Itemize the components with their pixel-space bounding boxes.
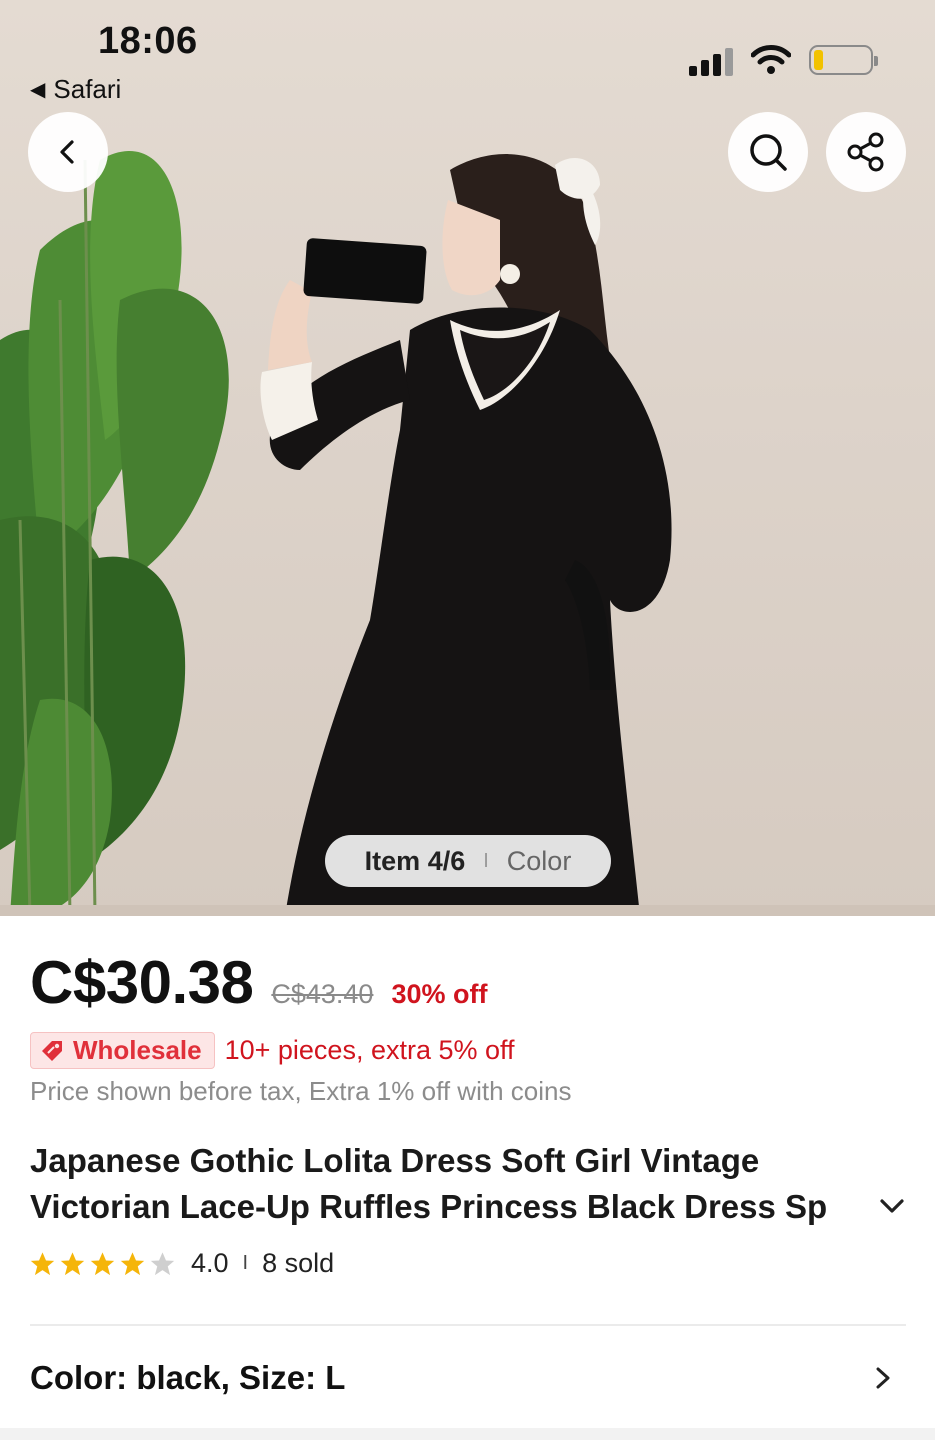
product-image-gallery[interactable]: 18:06 ◀ Safari Item 4/6 I Color [0, 0, 935, 916]
variant-label: Color: black, Size: L [30, 1359, 346, 1396]
model-figure [260, 154, 672, 916]
discount-label: 30% off [391, 979, 488, 1009]
share-icon [847, 132, 884, 172]
star-rating [28, 1250, 177, 1278]
price-row: C$30.38 C$43.40 30% off [30, 948, 487, 1017]
star-icon [60, 1251, 85, 1275]
wholesale-row[interactable]: Wholesale 10+ pieces, extra 5% off [30, 1032, 515, 1069]
star-empty-icon [150, 1251, 175, 1275]
product-title-line-1: Japanese Gothic Lolita Dress Soft Girl V… [30, 1142, 760, 1179]
sold-count: 8 sold [262, 1248, 335, 1278]
back-to-app-link[interactable]: ◀ Safari [30, 74, 121, 105]
back-triangle-icon: ◀ [30, 79, 46, 101]
variant-selector[interactable]: Color: black, Size: L [0, 1340, 935, 1416]
color-tab[interactable]: Color [507, 846, 572, 877]
cellular-signal-icon [689, 44, 733, 76]
star-icon [120, 1251, 145, 1275]
battery-icon [809, 45, 878, 75]
status-time: 18:06 [98, 20, 198, 62]
chevron-left-icon [60, 140, 74, 164]
wholesale-badge-label: Wholesale [73, 1035, 202, 1065]
rating-separator: I [242, 1252, 249, 1274]
rating-row[interactable]: 4.0 I 8 sold [28, 1248, 334, 1279]
status-indicators [689, 44, 878, 76]
wifi-icon [751, 45, 791, 74]
back-button[interactable] [28, 112, 108, 192]
star-icon [30, 1251, 55, 1275]
gallery-indicator[interactable]: Item 4/6 I Color [325, 835, 611, 887]
expand-title-button[interactable] [874, 1188, 910, 1224]
chevron-right-icon [876, 1367, 890, 1389]
tag-icon [42, 1040, 62, 1061]
search-icon [750, 134, 787, 171]
product-title-line-2: Victorian Lace-Up Ruffles Princess Black… [30, 1188, 828, 1225]
current-price: C$30.38 [30, 949, 254, 1016]
plant-illustration [0, 151, 229, 916]
share-button[interactable] [826, 112, 906, 192]
chevron-down-icon [880, 1199, 904, 1213]
section-divider [30, 1324, 906, 1326]
rating-score: 4.0 [191, 1248, 229, 1278]
section-spacer [0, 1428, 935, 1440]
product-title: Japanese Gothic Lolita Dress Soft Girl V… [30, 1138, 870, 1230]
star-icon [90, 1251, 115, 1275]
item-counter: Item 4/6 [364, 845, 466, 876]
original-price: C$43.40 [271, 979, 374, 1009]
back-app-label: Safari [53, 74, 122, 104]
search-button[interactable] [728, 112, 808, 192]
wholesale-offer: 10+ pieces, extra 5% off [224, 1035, 515, 1065]
indicator-separator: I [483, 849, 489, 872]
tax-note: Price shown before tax, Extra 1% off wit… [30, 1076, 572, 1106]
wholesale-badge: Wholesale [30, 1032, 215, 1069]
